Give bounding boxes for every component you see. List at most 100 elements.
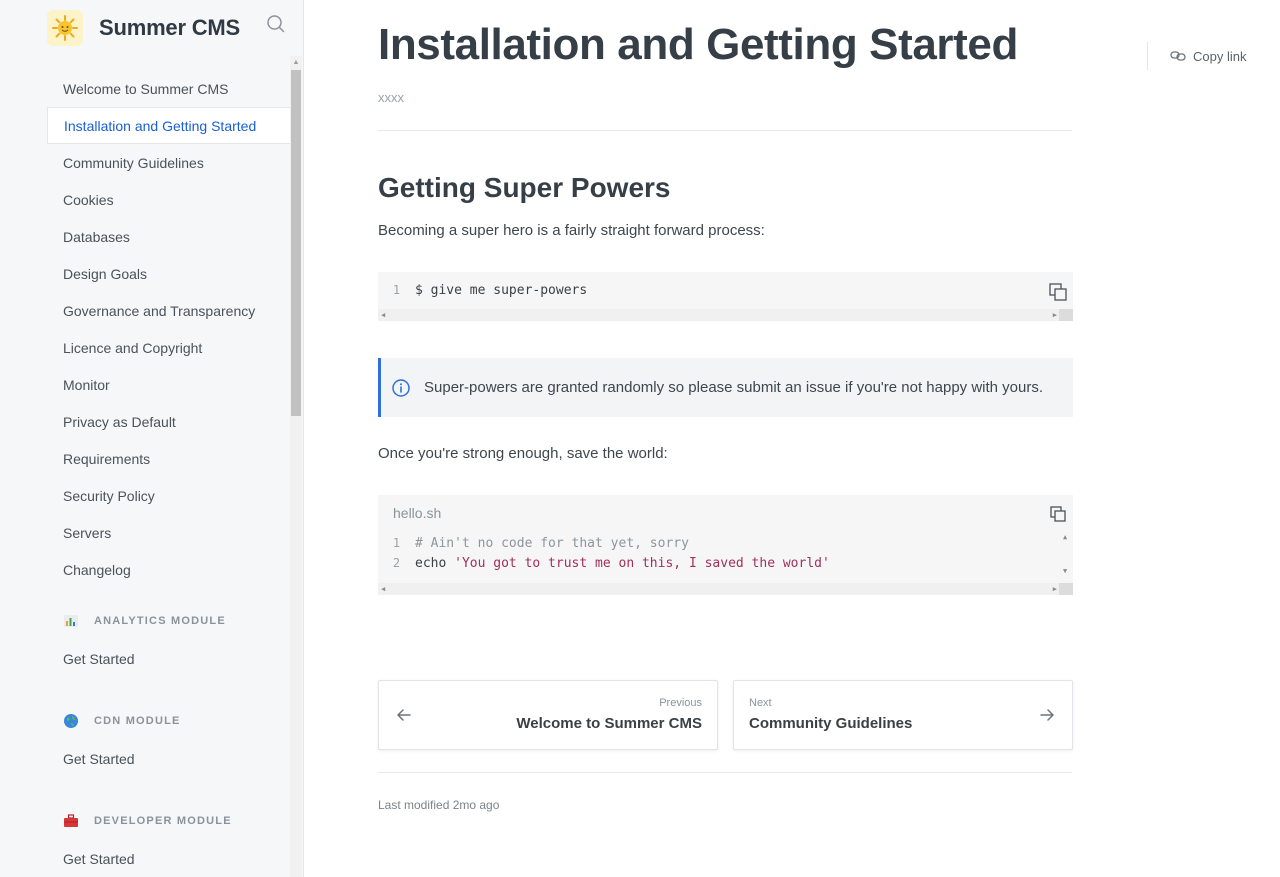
scrollbar-corner [1059,583,1073,595]
toolbox-icon [63,813,79,829]
info-callout: Super-powers are granted randomly so ple… [378,358,1073,417]
copy-code-button[interactable] [1047,503,1069,525]
search-icon [267,15,285,33]
sidebar-item-label: Governance and Transparency [63,302,256,319]
page-subtitle: xxxx [378,90,404,105]
scroll-down-arrow-icon[interactable]: ▼ [1063,567,1067,575]
section-heading-getting-super-powers: Getting Super Powers [378,172,671,203]
code-string: 'You got to trust me on this, I saved th… [454,555,830,571]
sidebar-item-analytics-get-started[interactable]: Get Started [47,640,290,677]
sidebar-item-design-goals[interactable]: Design Goals [47,255,290,292]
previous-label: Previous [659,697,702,709]
sidebar-item-monitor[interactable]: Monitor [47,366,290,403]
last-modified: Last modified 2mo ago [378,798,500,812]
sidebar-item-welcome[interactable]: Welcome to Summer CMS [47,70,290,107]
main-content: Installation and Getting Started xxxx Co… [305,0,1280,877]
sidebar-item-label: Get Started [63,850,135,867]
page-title: Installation and Getting Started [378,20,1018,69]
sidebar-item-label: Get Started [63,650,135,667]
bar-chart-icon [63,613,79,629]
line-number: 1 [392,536,401,550]
section-developer: DEVELOPER MODULE Get Started [47,806,290,877]
line-number: 1 [392,283,401,297]
code-block: 1 $ give me super-powers ◀ ▶ [378,272,1073,321]
sidebar-item-governance[interactable]: Governance and Transparency [47,292,290,329]
sidebar-item-requirements[interactable]: Requirements [47,440,290,477]
sidebar-item-licence[interactable]: Licence and Copyright [47,329,290,366]
sidebar-item-changelog[interactable]: Changelog [47,551,290,588]
scroll-left-arrow-icon[interactable]: ◀ [381,311,385,319]
scroll-left-arrow-icon[interactable]: ◀ [381,585,385,593]
sidebar-item-label: Welcome to Summer CMS [63,80,229,97]
sidebar-item-developer-get-started[interactable]: Get Started [47,840,290,877]
sidebar-item-label: Servers [63,524,112,541]
copy-link-button[interactable]: Copy link [1147,42,1246,70]
sidebar-item-cookies[interactable]: Cookies [47,181,290,218]
next-title: Community Guidelines [749,715,913,732]
code-line: 1 # Ain't no code for that yet, sorry [378,533,689,553]
link-icon [1170,49,1186,63]
sidebar-item-label: Get Started [63,750,135,767]
section-heading: CDN MODULE [47,706,290,736]
scroll-up-arrow-icon[interactable]: ▲ [1063,533,1067,541]
sidebar-item-label: Licence and Copyright [63,339,203,356]
sidebar-item-label: Monitor [63,376,110,393]
sidebar-item-label: Community Guidelines [63,154,204,171]
copy-link-label: Copy link [1193,48,1247,64]
next-page-link[interactable]: Next Community Guidelines [733,680,1073,750]
sidebar-nav: Welcome to Summer CMS Installation and G… [0,56,303,877]
brand-name: Summer CMS [99,15,241,40]
intro-paragraph: Becoming a super hero is a fairly straig… [378,222,765,239]
sidebar-item-label: Changelog [63,561,131,578]
scroll-right-arrow-icon[interactable]: ▶ [1053,311,1057,319]
info-icon [392,378,410,397]
horizontal-scrollbar[interactable]: ◀ ▶ [378,583,1073,595]
scrollbar-corner [1059,309,1073,321]
sidebar-scrollbar-thumb[interactable] [291,70,301,416]
sidebar-item-label: Databases [63,228,130,245]
nav-list: Welcome to Summer CMS Installation and G… [47,70,290,588]
sidebar-item-label: Privacy as Default [63,413,176,430]
globe-icon [63,713,79,729]
horizontal-scrollbar[interactable]: ◀ ▶ [378,309,1073,321]
arrow-right-icon [1037,705,1057,725]
divider [378,772,1072,773]
search-button[interactable] [262,10,290,38]
section-analytics: ANALYTICS MODULE Get Started [47,606,290,677]
section-heading: ANALYTICS MODULE [47,606,290,636]
sidebar-item-label: Design Goals [63,265,148,282]
sidebar-item-installation[interactable]: Installation and Getting Started [47,107,290,144]
sidebar-scrollbar[interactable]: ▲ [290,56,302,877]
sidebar-item-label: Security Policy [63,487,155,504]
sidebar-item-privacy[interactable]: Privacy as Default [47,403,290,440]
sidebar-item-community-guidelines[interactable]: Community Guidelines [47,144,290,181]
scroll-right-arrow-icon[interactable]: ▶ [1053,585,1057,593]
sidebar-item-security-policy[interactable]: Security Policy [47,477,290,514]
scroll-up-arrow-icon[interactable]: ▲ [290,56,302,68]
previous-page-link[interactable]: Previous Welcome to Summer CMS [378,680,718,750]
code-block-hello-sh: hello.sh 1 # Ain't no code for that yet,… [378,495,1073,595]
sidebar-item-servers[interactable]: Servers [47,514,290,551]
copy-icon [1049,283,1067,301]
divider [378,130,1072,131]
code-text: $ give me super-powers [415,282,588,298]
sidebar-item-cdn-get-started[interactable]: Get Started [47,740,290,777]
copy-code-button[interactable] [1047,281,1069,303]
sidebar: Summer CMS Welcome to Summer CMS Install… [0,0,304,877]
sidebar-item-label: Cookies [63,191,114,208]
copy-icon [1050,506,1066,522]
code-keyword: echo [415,555,455,571]
section-heading: DEVELOPER MODULE [47,806,290,836]
arrow-left-icon [394,705,414,725]
code-filename: hello.sh [393,505,442,521]
sidebar-item-label: Requirements [63,450,151,467]
vertical-scrollbar[interactable]: ▲ ▼ [1059,531,1073,577]
callout-text: Super-powers are granted randomly so ple… [424,379,1044,396]
code-comment: # Ain't no code for that yet, sorry [415,535,689,551]
line-number: 2 [392,556,401,570]
sidebar-item-label: Installation and Getting Started [64,117,257,134]
sidebar-item-databases[interactable]: Databases [47,218,290,255]
second-paragraph: Once you're strong enough, save the worl… [378,445,668,462]
next-label: Next [749,697,772,709]
section-cdn: CDN MODULE Get Started [47,706,290,777]
